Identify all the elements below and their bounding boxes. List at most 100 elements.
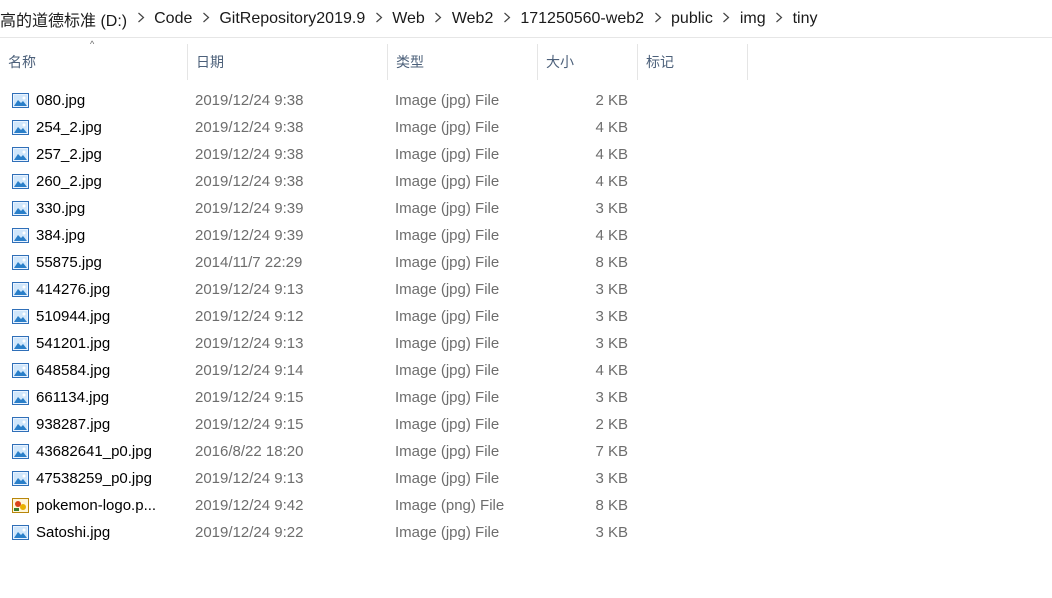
- column-header-name[interactable]: ^ 名称: [0, 39, 188, 80]
- column-header-name-label: 名称: [8, 54, 36, 70]
- jpg-image-icon: [12, 444, 29, 459]
- file-row[interactable]: 257_2.jpg 2019/12/24 9:38 Image (jpg) File…: [0, 141, 760, 168]
- file-type: Image (jpg) File: [395, 254, 500, 271]
- jpg-image-icon: [12, 174, 29, 189]
- file-row[interactable]: 510944.jpg 2019/12/24 9:12 Image (jpg) Fil…: [0, 303, 760, 330]
- jpg-image-icon: [12, 363, 29, 378]
- file-size: 4 KB: [595, 119, 628, 136]
- file-row[interactable]: Satoshi.jpg 2019/12/24 9:22 Image (jpg) Fi…: [0, 519, 760, 546]
- breadcrumb-item[interactable]: 高的道德标准 (D:): [0, 7, 127, 31]
- breadcrumb-item[interactable]: tiny: [793, 10, 818, 28]
- file-size: 2 KB: [595, 92, 628, 109]
- file-row[interactable]: pokemon-logo.p... 2019/12/24 9:42 Image (p…: [0, 492, 760, 519]
- file-name: 080.jpg: [36, 92, 86, 109]
- sort-ascending-icon: ^: [90, 39, 95, 49]
- file-row[interactable]: 541201.jpg 2019/12/24 9:13 Image (jpg) Fil…: [0, 330, 760, 357]
- file-name: 260_2.jpg: [36, 173, 102, 190]
- file-row[interactable]: 384.jpg 2019/12/24 9:39 Image (jpg) File 4 …: [0, 222, 760, 249]
- file-type: Image (jpg) File: [395, 146, 500, 163]
- file-date: 2019/12/24 9:13: [195, 335, 304, 352]
- file-size: 3 KB: [595, 335, 628, 352]
- file-size: 3 KB: [595, 389, 628, 406]
- file-date: 2019/12/24 9:15: [195, 389, 304, 406]
- jpg-image-icon: [12, 417, 29, 432]
- chevron-right-icon[interactable]: [766, 12, 793, 26]
- file-type: Image (png) File: [395, 497, 505, 514]
- file-size: 4 KB: [595, 146, 628, 163]
- file-name: 541201.jpg: [36, 335, 111, 352]
- file-size: 8 KB: [595, 254, 628, 271]
- jpg-image-icon: [12, 309, 29, 324]
- column-header-size[interactable]: 大小: [538, 44, 638, 80]
- jpg-image-icon: [12, 147, 29, 162]
- breadcrumb-item[interactable]: 171250560-web2: [520, 10, 644, 28]
- file-type: Image (jpg) File: [395, 200, 500, 217]
- file-size: 3 KB: [595, 200, 628, 217]
- file-row[interactable]: 260_2.jpg 2019/12/24 9:38 Image (jpg) File…: [0, 168, 760, 195]
- column-header-type[interactable]: 类型: [388, 44, 538, 80]
- file-type: Image (jpg) File: [395, 92, 500, 109]
- file-name: 43682641_p0.jpg: [36, 443, 152, 460]
- file-name: 414276.jpg: [36, 281, 111, 298]
- file-name: 510944.jpg: [36, 308, 111, 325]
- chevron-right-icon[interactable]: [192, 12, 219, 26]
- file-date: 2019/12/24 9:38: [195, 119, 304, 136]
- file-name: 330.jpg: [36, 200, 86, 217]
- file-size: 3 KB: [595, 308, 628, 325]
- chevron-right-icon[interactable]: [127, 12, 154, 26]
- file-date: 2019/12/24 9:38: [195, 146, 304, 163]
- file-name: pokemon-logo.p...: [36, 497, 157, 514]
- file-row[interactable]: 43682641_p0.jpg 2016/8/22 18:20 Image (jpg…: [0, 438, 760, 465]
- file-type: Image (jpg) File: [395, 389, 500, 406]
- file-type: Image (jpg) File: [395, 470, 500, 487]
- breadcrumb-item[interactable]: GitRepository2019.9: [219, 10, 365, 28]
- file-row[interactable]: 414276.jpg 2019/12/24 9:13 Image (jpg) Fil…: [0, 276, 760, 303]
- file-type: Image (jpg) File: [395, 173, 500, 190]
- chevron-right-icon[interactable]: [713, 12, 740, 26]
- breadcrumb-item[interactable]: img: [740, 10, 766, 28]
- breadcrumb-item[interactable]: Web: [392, 10, 425, 28]
- file-name: 648584.jpg: [36, 362, 111, 379]
- file-row[interactable]: 648584.jpg 2019/12/24 9:14 Image (jpg) Fil…: [0, 357, 760, 384]
- breadcrumb-item[interactable]: Code: [154, 10, 192, 28]
- file-size: 2 KB: [595, 416, 628, 433]
- file-row[interactable]: 55875.jpg 2014/11/7 22:29 Image (jpg) File…: [0, 249, 760, 276]
- jpg-image-icon: [12, 120, 29, 135]
- file-row[interactable]: 254_2.jpg 2019/12/24 9:38 Image (jpg) File…: [0, 114, 760, 141]
- file-type: Image (jpg) File: [395, 416, 500, 433]
- file-type: Image (jpg) File: [395, 227, 500, 244]
- file-size: 4 KB: [595, 227, 628, 244]
- column-header-tags-label: 标记: [646, 54, 674, 70]
- file-date: 2019/12/24 9:13: [195, 281, 304, 298]
- column-header-tags[interactable]: 标记: [638, 44, 748, 80]
- column-header-date[interactable]: 日期: [188, 44, 388, 80]
- file-size: 3 KB: [595, 281, 628, 298]
- chevron-right-icon[interactable]: [493, 12, 520, 26]
- breadcrumb: 高的道德标准 (D:) Code GitRepository2019.9 Web Web…: [0, 0, 1052, 38]
- breadcrumb-item[interactable]: Web2: [452, 10, 494, 28]
- file-row[interactable]: 47538259_p0.jpg 2019/12/24 9:13 Image (jpg…: [0, 465, 760, 492]
- jpg-image-icon: [12, 390, 29, 405]
- file-size: 3 KB: [595, 470, 628, 487]
- column-header-row: ^ 名称 日期 类型 大小 标记: [0, 39, 760, 80]
- file-date: 2019/12/24 9:14: [195, 362, 304, 379]
- file-date: 2019/12/24 9:38: [195, 92, 304, 109]
- column-header-date-label: 日期: [196, 54, 224, 70]
- file-size: 3 KB: [595, 524, 628, 541]
- chevron-right-icon[interactable]: [365, 12, 392, 26]
- file-row[interactable]: 330.jpg 2019/12/24 9:39 Image (jpg) File 3 …: [0, 195, 760, 222]
- breadcrumb-item[interactable]: public: [671, 10, 713, 28]
- column-header-type-label: 类型: [396, 54, 424, 70]
- file-date: 2019/12/24 9:39: [195, 227, 304, 244]
- file-row[interactable]: 080.jpg 2019/12/24 9:38 Image (jpg) File 2 …: [0, 87, 760, 114]
- file-row[interactable]: 661134.jpg 2019/12/24 9:15 Image (jpg) Fil…: [0, 384, 760, 411]
- file-date: 2019/12/24 9:42: [195, 497, 304, 514]
- file-name: 257_2.jpg: [36, 146, 102, 163]
- file-size: 8 KB: [595, 497, 628, 514]
- chevron-right-icon[interactable]: [425, 12, 452, 26]
- jpg-image-icon: [12, 201, 29, 216]
- file-size: 7 KB: [595, 443, 628, 460]
- file-row[interactable]: 938287.jpg 2019/12/24 9:15 Image (jpg) Fil…: [0, 411, 760, 438]
- chevron-right-icon[interactable]: [644, 12, 671, 26]
- file-type: Image (jpg) File: [395, 362, 500, 379]
